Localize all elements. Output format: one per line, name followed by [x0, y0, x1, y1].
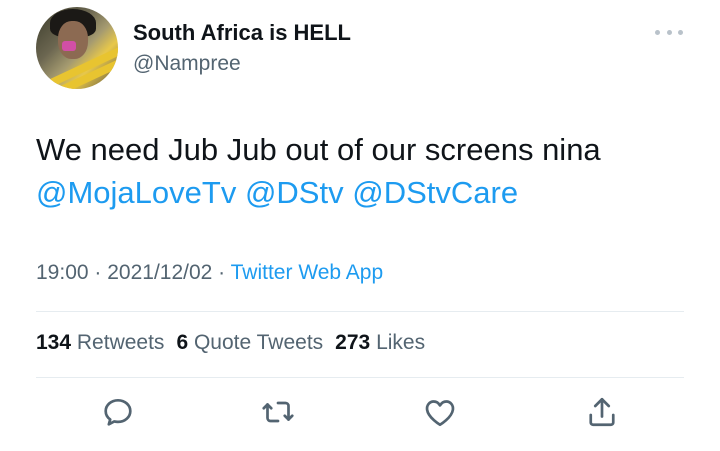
reply-icon[interactable]	[100, 394, 136, 430]
heart-icon[interactable]	[422, 394, 458, 430]
tweet-text: We need Jub Jub out of our screens nina …	[36, 128, 696, 214]
quotes-stat[interactable]: 6 Quote Tweets	[176, 331, 323, 354]
meta-separator: ·	[88, 261, 108, 284]
tweet-card: South Africa is HELL @Nampree We need Ju…	[0, 0, 720, 451]
tweet-source[interactable]: Twitter Web App	[231, 261, 384, 284]
meta-separator: ·	[212, 261, 231, 284]
tweet-meta: 19:00 · 2021/12/02 · Twitter Web App	[36, 261, 383, 285]
divider	[36, 311, 684, 312]
tweet-stats: 134 Retweets 6 Quote Tweets 273 Likes	[36, 331, 425, 355]
author-display-name[interactable]: South Africa is HELL	[133, 20, 351, 46]
tweet-date[interactable]: 2021/12/02	[107, 261, 212, 284]
retweets-stat[interactable]: 134 Retweets	[36, 331, 164, 354]
divider	[36, 377, 684, 378]
likes-label: Likes	[376, 331, 426, 354]
more-options-icon[interactable]	[655, 24, 683, 40]
avatar[interactable]	[36, 7, 118, 89]
retweet-icon[interactable]	[260, 394, 296, 430]
retweets-label: Retweets	[76, 331, 165, 354]
mention-link[interactable]: @DStv	[245, 175, 344, 210]
retweets-count: 134	[36, 331, 72, 354]
mention-link[interactable]: @DStvCare	[352, 175, 518, 210]
tweet-time[interactable]: 19:00	[36, 261, 89, 284]
share-icon[interactable]	[584, 394, 620, 430]
likes-stat[interactable]: 273 Likes	[335, 331, 425, 354]
tweet-text-line: We need Jub Jub out of our screens nina	[36, 132, 601, 167]
likes-count: 273	[335, 331, 371, 354]
author-handle[interactable]: @Nampree	[133, 52, 241, 76]
quotes-label: Quote Tweets	[193, 331, 324, 354]
mention-link[interactable]: @MojaLoveTv	[36, 175, 236, 210]
quotes-count: 6	[176, 331, 189, 354]
